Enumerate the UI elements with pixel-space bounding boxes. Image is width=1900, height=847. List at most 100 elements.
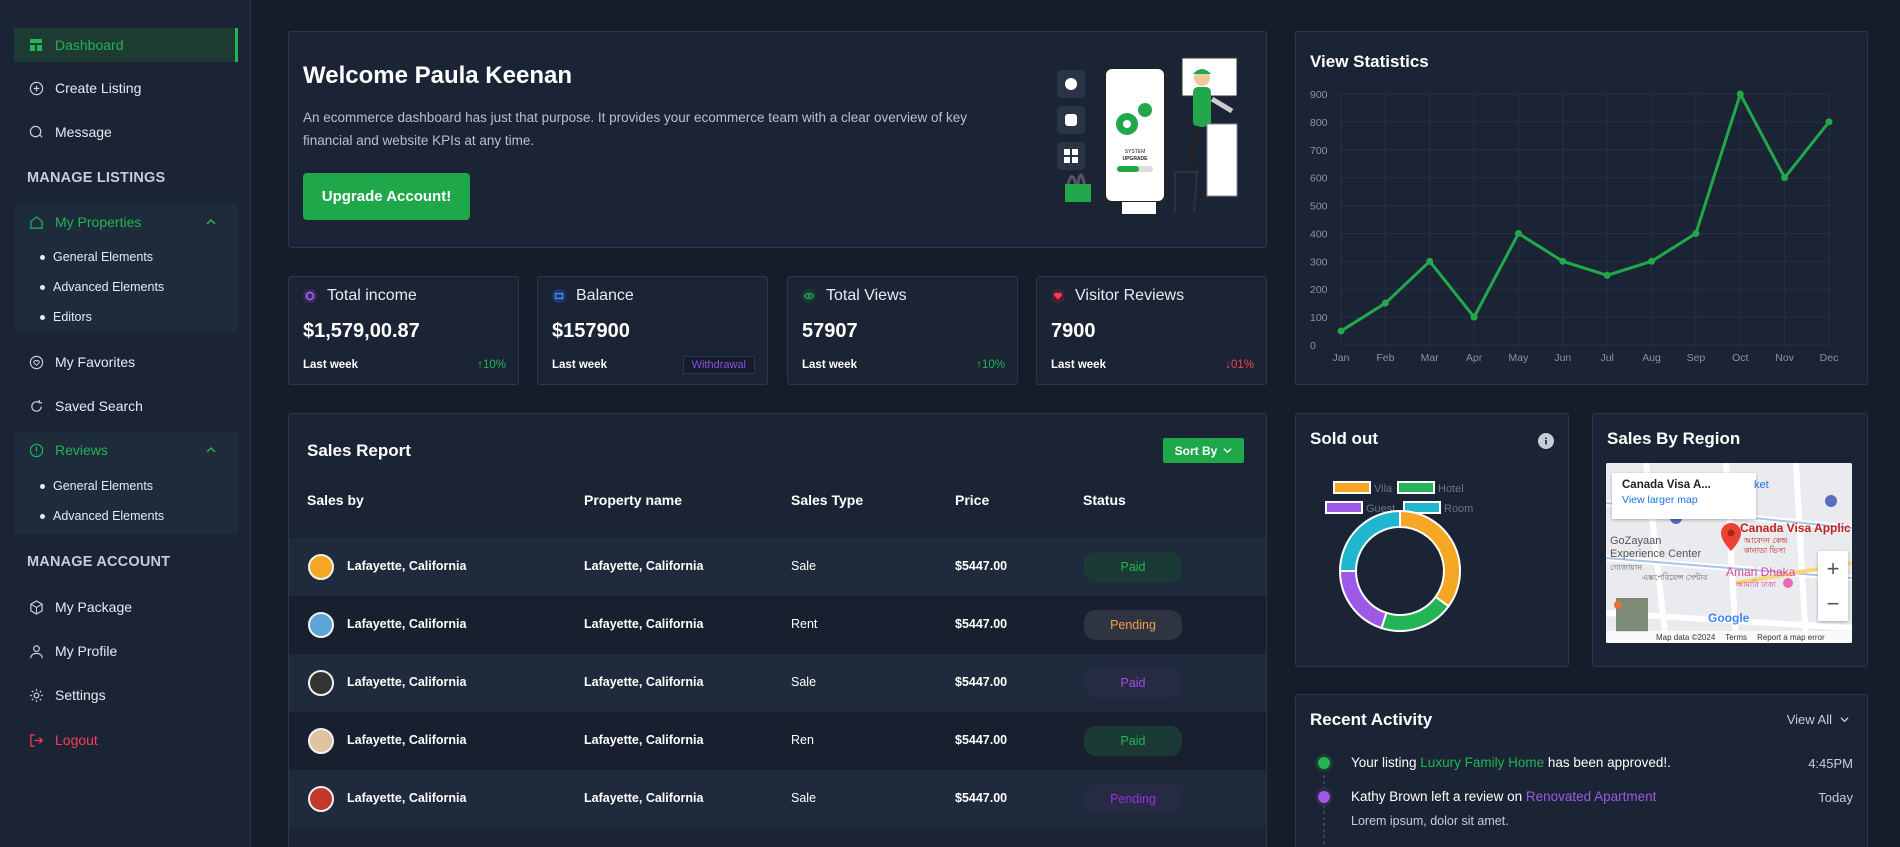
sidebar: Dashboard Create Listing Message MANAGE … — [0, 0, 251, 847]
sidebar-item-my-profile[interactable]: My Profile — [14, 634, 238, 668]
sort-by-button[interactable]: Sort By — [1163, 438, 1244, 463]
region-map[interactable]: Canada Visa A... View larger map Canada … — [1606, 463, 1852, 643]
x-tick-label: Apr — [1466, 352, 1483, 364]
sidebar-item-create-listing[interactable]: Create Listing — [14, 71, 238, 105]
activity-link[interactable]: Renovated Apartment — [1526, 789, 1657, 804]
map-label: এক্সপেরিয়েন্স সেন্টার — [1642, 573, 1708, 582]
data-point[interactable] — [1692, 229, 1700, 237]
stat-change: ↓01% — [1225, 359, 1254, 371]
column-header: Sales Type — [791, 492, 864, 508]
submenu-advanced-elements[interactable]: Advanced Elements — [40, 509, 164, 523]
illustration-text: UPGRADE — [1122, 156, 1148, 162]
data-point[interactable] — [1825, 118, 1833, 126]
donut-chart: Vila HotelGuest Room — [1325, 481, 1473, 632]
stat-card-balance: Balance $157900 Last week Withdrawal — [537, 276, 768, 385]
cell-type: Sale — [791, 791, 817, 805]
x-tick-label: May — [1509, 352, 1530, 364]
upgrade-account-button[interactable]: Upgrade Account! — [303, 173, 470, 220]
column-header: Property name — [584, 492, 683, 508]
sidebar-item-saved-search[interactable]: Saved Search — [14, 389, 238, 423]
view-all-button[interactable]: View All — [1787, 712, 1849, 727]
submenu-general-elements[interactable]: General Elements — [40, 479, 153, 493]
activity-link[interactable]: Luxury Family Home — [1420, 755, 1544, 770]
cell-type: Rent — [791, 617, 818, 631]
withdrawal-badge[interactable]: Withdrawal — [682, 356, 755, 374]
stat-value: $1,579,00.87 — [303, 320, 420, 342]
wallet-icon — [552, 289, 566, 303]
data-point[interactable] — [1603, 271, 1611, 279]
sidebar-item-reviews[interactable]: Reviews — [14, 433, 238, 467]
cell-price: $5447.00 — [955, 559, 1008, 573]
map-label: কানাডা ভিসা — [1744, 546, 1786, 555]
status-badge: Pending — [1084, 784, 1182, 814]
y-tick-label: 900 — [1310, 89, 1328, 101]
sidebar-item-my-package[interactable]: My Package — [14, 590, 238, 624]
table-row[interactable]: Lafayette, California Lafayette, Californ… — [289, 654, 1266, 712]
cell-property: Lafayette, California — [584, 733, 704, 747]
sales-by-region-card: Sales By Region Canada Visa A... View la… — [1592, 413, 1868, 667]
stat-period: Last week — [802, 359, 857, 371]
stat-card-total-income: Total income $1,579,00.87 Last week ↑10% — [288, 276, 519, 385]
sidebar-item-my-favorites[interactable]: My Favorites — [14, 345, 238, 379]
sidebar-item-logout[interactable]: Logout — [14, 723, 238, 757]
view-statistics-card: View Statistics Jan Feb Mar Apr May Jun Jul Aug… — [1295, 31, 1868, 385]
data-point[interactable] — [1648, 257, 1656, 265]
legend-swatch[interactable] — [1397, 481, 1435, 494]
avatar — [308, 554, 334, 580]
data-point[interactable] — [1514, 229, 1522, 237]
map-terms-link[interactable]: Terms — [1725, 633, 1747, 642]
map-label: GoZayaan — [1610, 535, 1662, 547]
logout-icon — [28, 732, 44, 748]
cell-sales-by: Lafayette, California — [347, 675, 467, 689]
sidebar-item-label: My Profile — [55, 643, 118, 659]
stat-title: Visitor Reviews — [1075, 287, 1185, 304]
cell-property: Lafayette, California — [584, 791, 704, 805]
data-point[interactable] — [1559, 257, 1567, 265]
cell-sales-by: Lafayette, California — [347, 791, 467, 805]
donut-slice-vila[interactable] — [1399, 509, 1461, 608]
sales-report-card: Sales Report Sort By Sales by Property n… — [288, 413, 1267, 847]
legend-swatch[interactable] — [1333, 481, 1371, 494]
stat-period: Last week — [1051, 359, 1106, 371]
recent-activity-title: Recent Activity — [1310, 710, 1433, 729]
zoom-in-button[interactable]: + — [1818, 551, 1848, 586]
timeline-dot — [1318, 757, 1330, 769]
stat-change: ↑10% — [477, 359, 506, 371]
sidebar-item-label: Dashboard — [55, 37, 124, 53]
chevron-down-icon — [1840, 712, 1849, 727]
section-manage-account: MANAGE ACCOUNT — [27, 554, 171, 570]
map-report-link[interactable]: Report a map error — [1757, 633, 1825, 642]
cell-property: Lafayette, California — [584, 617, 704, 631]
zoom-out-button[interactable]: − — [1818, 586, 1848, 621]
data-point[interactable] — [1781, 174, 1789, 182]
donut-slice-hotel[interactable] — [1380, 595, 1450, 632]
cell-sales-by: Lafayette, California — [347, 617, 467, 631]
donut-slice-guest[interactable] — [1338, 570, 1388, 630]
data-point[interactable] — [1337, 327, 1345, 335]
cell-price: $5447.00 — [955, 675, 1008, 689]
sidebar-item-dashboard[interactable]: Dashboard — [14, 28, 238, 62]
table-row[interactable]: Lafayette, California Lafayette, Californ… — [289, 538, 1266, 596]
sidebar-item-settings[interactable]: Settings — [14, 678, 238, 712]
submenu-advanced-elements[interactable]: Advanced Elements — [40, 280, 164, 294]
welcome-text: An ecommerce dashboard has just that pur… — [303, 110, 968, 148]
table-row[interactable]: Lafayette, California Lafayette, Californ… — [289, 770, 1266, 828]
donut-slice-room[interactable] — [1338, 509, 1401, 572]
sidebar-item-message[interactable]: Message — [14, 115, 238, 149]
table-row[interactable]: Lafayette, California Lafayette, Californ… — [289, 596, 1266, 654]
data-point[interactable] — [1736, 90, 1744, 98]
submenu-editors[interactable]: Editors — [40, 310, 92, 324]
data-point[interactable] — [1470, 313, 1478, 321]
view-larger-map-link[interactable]: View larger map — [1622, 494, 1746, 506]
message-icon — [28, 124, 44, 140]
heart-icon — [1051, 289, 1065, 303]
x-tick-label: Oct — [1732, 352, 1748, 364]
data-point[interactable] — [1426, 257, 1434, 265]
submenu-general-elements[interactable]: General Elements — [40, 250, 153, 264]
table-row[interactable]: Lafayette, California Lafayette, Californ… — [289, 712, 1266, 770]
legend-swatch[interactable] — [1325, 501, 1363, 514]
eye-icon — [802, 289, 816, 303]
income-icon — [303, 289, 317, 303]
data-point[interactable] — [1381, 299, 1389, 307]
sidebar-item-my-properties[interactable]: My Properties — [14, 205, 238, 239]
